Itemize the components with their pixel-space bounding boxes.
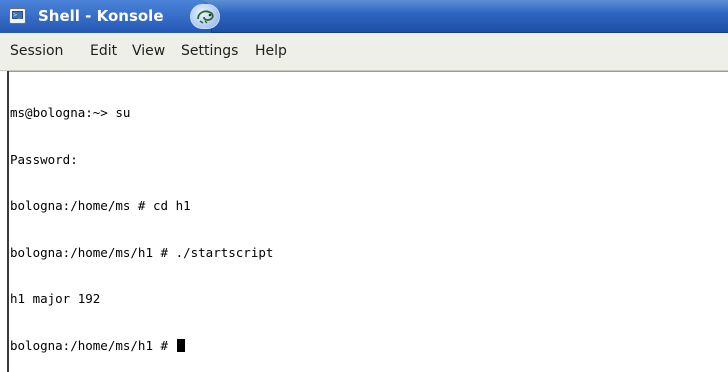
terminal-output[interactable]: ms@bologna:~> su Password: bologna:/home… bbox=[10, 74, 273, 372]
suse-chameleon-icon[interactable] bbox=[190, 4, 220, 29]
terminal-area[interactable]: ms@bologna:~> su Password: bologna:/home… bbox=[0, 71, 728, 372]
menu-help[interactable]: Help bbox=[255, 43, 287, 59]
chameleon-glyph bbox=[197, 10, 214, 24]
terminal-line: bologna:/home/ms/h1 # ./startscript bbox=[10, 244, 274, 260]
terminal-line: Password: bbox=[10, 151, 78, 167]
title-tab[interactable]: >_ Shell - Konsole bbox=[0, 0, 212, 33]
terminal-cursor bbox=[176, 338, 185, 352]
prompt-glyph: >_ bbox=[13, 11, 22, 19]
window-titlebar[interactable]: >_ Shell - Konsole bbox=[0, 0, 728, 33]
terminal-line: ms@bologna:~> su bbox=[10, 105, 131, 120]
window-title: Shell - Konsole bbox=[38, 7, 164, 25]
menu-session[interactable]: Session bbox=[10, 43, 63, 59]
konsole-terminal-icon[interactable]: >_ bbox=[9, 8, 26, 24]
terminal-line: h1 major 192 bbox=[10, 291, 101, 306]
terminal-line: bologna:/home/ms # cd h1 bbox=[10, 198, 191, 213]
terminal-left-border bbox=[7, 71, 9, 372]
menubar: Session Edit View Settings Help bbox=[0, 33, 728, 71]
menu-settings[interactable]: Settings bbox=[181, 43, 238, 59]
terminal-top-border bbox=[7, 71, 728, 72]
menu-view[interactable]: View bbox=[132, 43, 165, 59]
terminal-prompt: bologna:/home/ms/h1 # bbox=[10, 337, 176, 353]
menu-edit[interactable]: Edit bbox=[90, 43, 117, 59]
terminal-prompt-line[interactable]: bologna:/home/ms/h1 # bbox=[10, 338, 273, 354]
